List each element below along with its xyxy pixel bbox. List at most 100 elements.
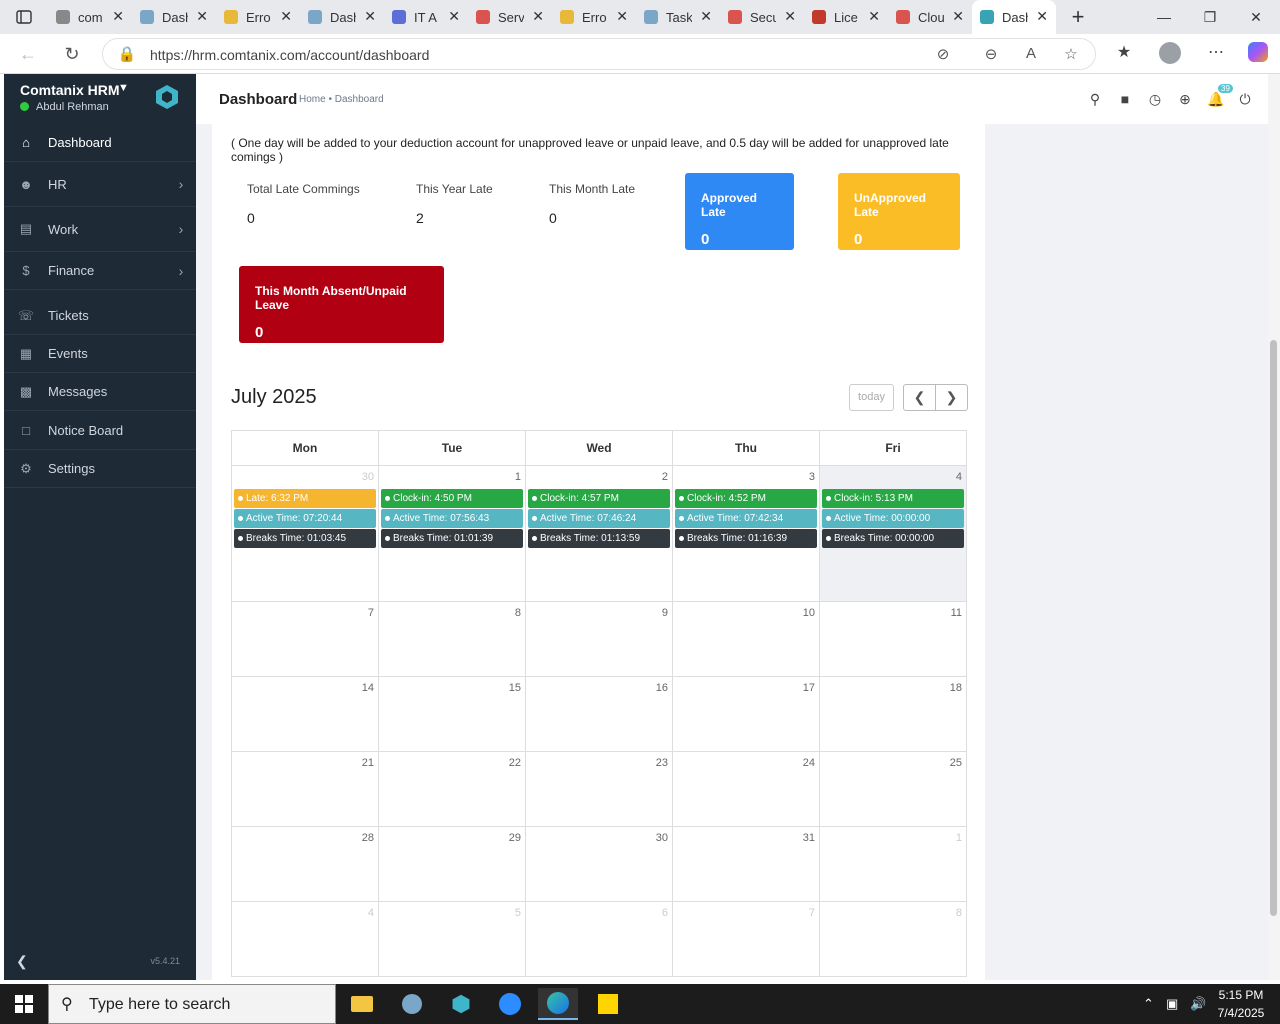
browser-tab[interactable]: Erro ✕ (216, 0, 300, 34)
browser-tab[interactable]: Task ✕ (636, 0, 720, 34)
day-number[interactable]: 17 (673, 677, 819, 699)
chevron-down-icon[interactable]: ▼ (118, 82, 129, 94)
taskbar-search-box[interactable]: ⚲ Type here to search (48, 984, 336, 1024)
calendar-day-cell[interactable]: 17 (672, 676, 820, 752)
calendar-day-cell[interactable]: 2 Clock-in: 4:57 PM Active Time: 07:46:24 B… (525, 465, 673, 602)
volume-icon[interactable]: 🔊 (1190, 996, 1206, 1012)
sidebar-item-settings[interactable]: ⚙ Settings (4, 450, 196, 488)
calendar-event[interactable]: Active Time: 07:20:44 (234, 509, 376, 528)
calendar-event[interactable]: Breaks Time: 00:00:00 (822, 529, 964, 548)
day-number[interactable]: 8 (820, 902, 966, 924)
calendar-day-cell[interactable]: 8 (819, 901, 967, 977)
calendar-day-cell[interactable]: 18 (819, 676, 967, 752)
day-number[interactable]: 11 (820, 602, 966, 624)
calendar-day-cell[interactable]: 30 Late: 6:32 PM Active Time: 07:20:44 Brea… (231, 465, 379, 602)
calendar-day-cell[interactable]: 4 Clock-in: 5:13 PM Active Time: 00:00:00 B… (819, 465, 967, 602)
day-number[interactable]: 29 (379, 827, 525, 849)
close-tab-icon[interactable]: ✕ (952, 8, 964, 25)
day-number[interactable]: 1 (820, 827, 966, 849)
calendar-day-cell[interactable]: 31 (672, 826, 820, 902)
edge-browser-icon[interactable] (538, 988, 578, 1020)
sidebar-item-tickets[interactable]: ☏ Tickets (4, 297, 196, 335)
favorite-star-icon[interactable]: ☆ (1061, 45, 1081, 65)
calendar-event[interactable]: Active Time: 00:00:00 (822, 509, 964, 528)
day-number[interactable]: 16 (526, 677, 672, 699)
calendar-event[interactable]: Late: 6:32 PM (234, 489, 376, 508)
close-tab-icon[interactable]: ✕ (616, 8, 628, 25)
day-number[interactable]: 2 (526, 466, 672, 488)
day-number[interactable]: 30 (526, 827, 672, 849)
today-button[interactable]: today (849, 384, 894, 411)
day-number[interactable]: 14 (232, 677, 378, 699)
tab-actions-icon[interactable] (0, 0, 48, 34)
calendar-day-cell[interactable]: 22 (378, 751, 526, 827)
sidebar-item-work[interactable]: ▤ Work › (4, 207, 196, 252)
approved-late-box[interactable]: Approved Late 0 (685, 173, 794, 250)
chevron-up-icon[interactable]: ⌃ (1143, 996, 1154, 1012)
clock-icon[interactable]: ◷ (1147, 91, 1163, 107)
taskbar-search-placeholder[interactable]: Type here to search (89, 996, 230, 1014)
day-number[interactable]: 8 (379, 602, 525, 624)
day-number[interactable]: 23 (526, 752, 672, 774)
day-number[interactable]: 24 (673, 752, 819, 774)
calendar-event[interactable]: Breaks Time: 01:13:59 (528, 529, 670, 548)
url-text[interactable]: https://hrm.comtanix.com/account/dashboa… (150, 47, 429, 63)
browser-tab[interactable]: Secu ✕ (720, 0, 804, 34)
favorites-icon[interactable]: ★ (1112, 42, 1136, 66)
absent-unpaid-leave-box[interactable]: This Month Absent/Unpaid Leave 0 (239, 266, 444, 343)
calendar-day-cell[interactable]: 3 Clock-in: 4:52 PM Active Time: 07:42:34 B… (672, 465, 820, 602)
calendar-event[interactable]: Active Time: 07:56:43 (381, 509, 523, 528)
day-number[interactable]: 7 (232, 602, 378, 624)
sidebar-item-finance[interactable]: $ Finance › (4, 252, 196, 290)
calendar-event[interactable]: Breaks Time: 01:01:39 (381, 529, 523, 548)
day-number[interactable]: 22 (379, 752, 525, 774)
browser-tab[interactable]: com ✕ (48, 0, 132, 34)
day-number[interactable]: 21 (232, 752, 378, 774)
calendar-day-cell[interactable]: 23 (525, 751, 673, 827)
chevron-left-icon[interactable]: ❮ (903, 384, 936, 411)
calendar-event[interactable]: Clock-in: 4:50 PM (381, 489, 523, 508)
browser-tab[interactable]: Dash ✕ (972, 0, 1056, 34)
day-number[interactable]: 28 (232, 827, 378, 849)
close-tab-icon[interactable]: ✕ (532, 8, 544, 25)
add-circle-icon[interactable]: ⊕ (1177, 91, 1193, 107)
day-number[interactable]: 3 (673, 466, 819, 488)
calendar-event[interactable]: Active Time: 07:42:34 (675, 509, 817, 528)
sidebar-item-hr[interactable]: ☻ HR › (4, 162, 196, 207)
calendar-day-cell[interactable]: 5 (378, 901, 526, 977)
close-tab-icon[interactable]: ✕ (700, 8, 712, 25)
back-icon[interactable]: ← (16, 42, 40, 66)
breadcrumb[interactable]: Home • Dashboard (299, 94, 384, 105)
calendar-day-cell[interactable]: 4 (231, 901, 379, 977)
calendar-day-cell[interactable]: 25 (819, 751, 967, 827)
refresh-icon[interactable]: ↻ (60, 42, 84, 66)
calendar-event[interactable]: Breaks Time: 01:03:45 (234, 529, 376, 548)
calendar-day-cell[interactable]: 16 (525, 676, 673, 752)
close-tab-icon[interactable]: ✕ (1036, 8, 1048, 25)
calendar-day-cell[interactable]: 14 (231, 676, 379, 752)
minimize-button[interactable]: — (1141, 0, 1187, 34)
zoom-app-icon[interactable] (490, 988, 530, 1020)
network-icon[interactable]: ▣ (1166, 996, 1178, 1012)
close-tab-icon[interactable]: ✕ (196, 8, 208, 25)
day-number[interactable]: 10 (673, 602, 819, 624)
day-number[interactable]: 9 (526, 602, 672, 624)
browser-tab[interactable]: Dash ✕ (132, 0, 216, 34)
close-tab-icon[interactable]: ✕ (280, 8, 292, 25)
url-box[interactable]: 🔒 https://hrm.comtanix.com/account/dashb… (102, 38, 1096, 70)
calendar-day-cell[interactable]: 8 (378, 601, 526, 677)
day-number[interactable]: 4 (820, 466, 966, 488)
calendar-day-cell[interactable]: 1 (819, 826, 967, 902)
search-icon[interactable]: ⚲ (1087, 91, 1103, 107)
more-menu-icon[interactable]: ⋯ (1204, 42, 1228, 66)
calendar-day-cell[interactable]: 1 Clock-in: 4:50 PM Active Time: 07:56:43 B… (378, 465, 526, 602)
close-tab-icon[interactable]: ✕ (784, 8, 796, 25)
sidebar-item-events[interactable]: ▦ Events (4, 335, 196, 373)
calendar-day-cell[interactable]: 24 (672, 751, 820, 827)
file-explorer-icon[interactable] (342, 988, 382, 1020)
page-scrollbar[interactable] (1268, 74, 1280, 980)
calendar-day-cell[interactable]: 7 (231, 601, 379, 677)
close-tab-icon[interactable]: ✕ (112, 8, 124, 25)
calendar-event[interactable]: Breaks Time: 01:16:39 (675, 529, 817, 548)
sticky-note-icon[interactable]: ■ (1117, 91, 1133, 107)
